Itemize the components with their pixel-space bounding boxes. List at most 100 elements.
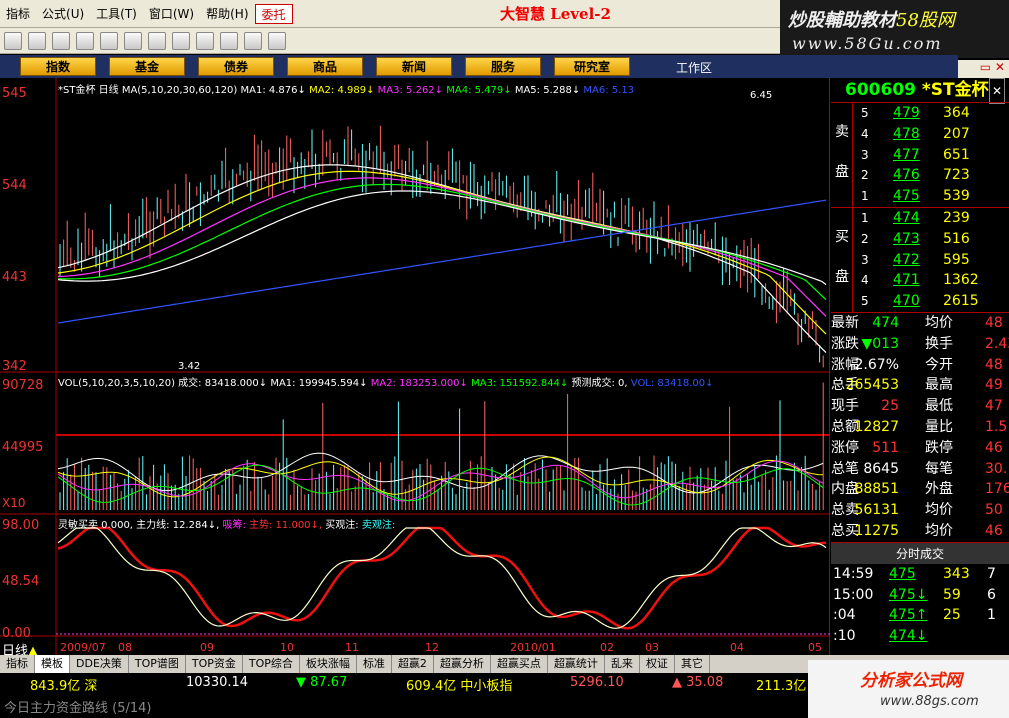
tab-11[interactable]: 超赢统计 (548, 655, 605, 673)
binoculars-icon[interactable] (52, 31, 70, 50)
tab-4[interactable]: TOP资金 (186, 655, 243, 673)
window-icon[interactable] (220, 31, 238, 50)
stat-value: 1.5 (985, 418, 1008, 435)
ma-line (57, 177, 827, 317)
app-brand: 大智慧 Level-2 (500, 5, 611, 23)
alert-icon[interactable] (76, 31, 94, 50)
nav-news[interactable]: 新闻 (376, 57, 452, 76)
stat-value: 46 (985, 439, 1003, 456)
notepad-icon[interactable] (196, 31, 214, 50)
close-icon[interactable]: ✕ (988, 78, 1005, 104)
stat-value: ▼013 (861, 335, 900, 352)
tab-1[interactable]: 模板 (35, 655, 70, 673)
nav-index[interactable]: 指数 (20, 57, 96, 76)
nav-research[interactable]: 研究室 (554, 57, 630, 76)
diamond-icon[interactable] (124, 31, 142, 50)
price[interactable]: 472 (893, 250, 920, 271)
menu-help[interactable]: 帮助(H) (200, 4, 254, 24)
price[interactable]: 476 (893, 165, 920, 186)
stat-key: 量比 (925, 418, 953, 435)
disk-icon[interactable] (172, 31, 190, 50)
tab-13[interactable]: 权证 (640, 655, 675, 673)
tab-2[interactable]: DDE决策 (70, 655, 129, 673)
tab-14[interactable]: 其它 (675, 655, 710, 673)
menu-indicator[interactable]: 指标 (0, 4, 36, 24)
tick-time: 14:59 (833, 565, 874, 582)
tab-7[interactable]: 标准 (357, 655, 392, 673)
nav-service[interactable]: 服务 (465, 57, 541, 76)
sell-row[interactable]: 5 479 364 (831, 103, 1009, 124)
main-chart-header: *ST金杯 日线 MA(5,10,20,30,60,120) (58, 85, 238, 96)
tab-5[interactable]: TOP综合 (243, 655, 300, 673)
grid-icon[interactable] (4, 31, 22, 50)
tab-12[interactable]: 乱来 (605, 655, 640, 673)
tick-count: 1 (987, 607, 996, 624)
status-text: 今日主力资金路线 (5/14) (4, 701, 152, 716)
ticker-item: 10330.14 (186, 675, 249, 690)
stat-key: 现手 (831, 398, 859, 415)
menu-formula[interactable]: 公式(U) (36, 4, 90, 24)
kline-chart-area[interactable]: *ST金杯 日线 MA(5,10,20,30,60,120) MA1: 4.87… (0, 78, 830, 659)
tab-8[interactable]: 超赢2 (392, 655, 434, 673)
stat-value: 46 (985, 522, 1003, 539)
level: 3 (861, 147, 869, 162)
menu-trade[interactable]: 委托 (254, 3, 293, 24)
tab-3[interactable]: TOP谱图 (129, 655, 186, 673)
tick-row: :04 475↑ 25 1 (831, 605, 1009, 626)
window-controls[interactable]: ▭ ✕ (958, 60, 1009, 78)
tab-6[interactable]: 板块涨幅 (300, 655, 357, 673)
price[interactable]: 471 (893, 270, 920, 291)
tab-9[interactable]: 超赢分析 (434, 655, 491, 673)
kline-chart[interactable] (0, 78, 830, 655)
nav-commodity[interactable]: 商品 (287, 57, 363, 76)
price[interactable]: 473 (893, 229, 920, 250)
quote-panel: 600609 *ST金杯 ✕ 卖盘 5 479 364 4 478 207 3 477 651 2… (831, 78, 1009, 655)
buy-row[interactable]: 2 473 516 (831, 229, 1009, 250)
sell-row[interactable]: 2 476 723 (831, 165, 1009, 186)
stat-value: 8645 (863, 460, 899, 477)
nav-bond[interactable]: 债券 (198, 57, 274, 76)
stat-row: 总额 12827 量比 1.5 (831, 417, 1009, 438)
sell-row[interactable]: 3 477 651 (831, 145, 1009, 166)
stat-value: 48 (985, 314, 1003, 331)
stat-value: 47 (985, 398, 1003, 415)
sell-row[interactable]: 4 478 207 (831, 124, 1009, 145)
help-icon[interactable] (268, 31, 286, 50)
tick-header[interactable]: 分时成交 (831, 541, 1009, 564)
volume: 1362 (943, 272, 979, 289)
level: 2 (861, 231, 869, 246)
chart-icon[interactable] (28, 31, 46, 50)
stat-row: 涨停 511 跌停 46 (831, 438, 1009, 459)
ticker-item: 843.9亿 深 (30, 679, 98, 694)
vol-header: VOL(5,10,20,3,5,10,20) 成交: 83418.000↓ MA… (58, 378, 368, 389)
stat-row: 内盘88851外盘17660 (831, 479, 1009, 500)
stat-value: 56131 (854, 502, 899, 519)
tick-volume: 25 (943, 607, 961, 624)
nav-fund[interactable]: 基金 (109, 57, 185, 76)
stat-row: 总手 265453 最高 49 (831, 375, 1009, 396)
books-icon[interactable] (244, 31, 262, 50)
tab-10[interactable]: 超赢买点 (491, 655, 548, 673)
price[interactable]: 478 (893, 124, 920, 145)
price[interactable]: 470 (893, 291, 920, 312)
price[interactable]: 477 (893, 145, 920, 166)
tab-0[interactable]: 指标 (0, 655, 35, 673)
tick-row: 14:59 475 343 7 (831, 564, 1009, 585)
workzone-label[interactable]: 工作区 (676, 59, 712, 76)
car-icon[interactable] (148, 31, 166, 50)
buy-row[interactable]: 1 474 239 (831, 208, 1009, 229)
price[interactable]: 479 (893, 103, 920, 124)
stat-value: 2.43 (985, 335, 1009, 352)
volume: 2615 (943, 293, 979, 310)
price[interactable]: 475 (893, 186, 920, 207)
menu-tools[interactable]: 工具(T) (90, 4, 143, 24)
sell-row[interactable]: 1 475 539 (831, 186, 1009, 207)
price[interactable]: 474 (893, 208, 920, 229)
buy-row[interactable]: 3 472 595 (831, 250, 1009, 271)
flag-icon[interactable] (100, 31, 118, 50)
indicator-header: 灵敏买卖 0.000, 主力线: 12.284↓, (58, 520, 220, 531)
buy-row[interactable]: 4 471 1362 (831, 270, 1009, 291)
buy-row[interactable]: 5 470 2615 (831, 291, 1009, 312)
menu-window[interactable]: 窗口(W) (143, 4, 200, 24)
stat-value: 17660 (985, 481, 1009, 498)
